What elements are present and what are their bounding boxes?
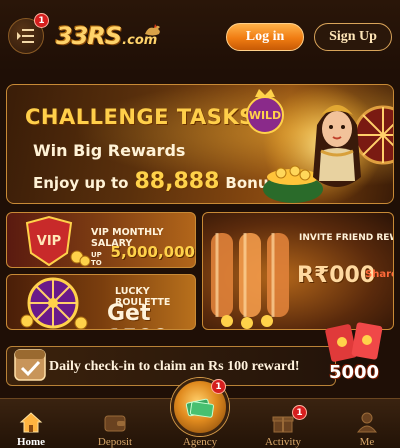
invite-friend-label: INVITE FRIEND REWA bbox=[299, 233, 393, 243]
banner-enjoy-prefix: Enjoy up to bbox=[33, 174, 129, 192]
vip-icon-text: VIP bbox=[37, 234, 61, 249]
lucky-roulette-tile[interactable]: LUCKY ROULETTE Get 1500 bbox=[6, 274, 196, 330]
roulette-amount: Get 1500 bbox=[107, 301, 168, 329]
checkin-calendar-icon bbox=[14, 349, 46, 381]
logo-main-text: 33RS bbox=[56, 22, 122, 50]
vip-shield-icon: VIP bbox=[25, 215, 91, 267]
banner-subtitle: Win Big Rewards bbox=[33, 141, 186, 160]
agency-notification-badge: 1 bbox=[211, 379, 226, 394]
rooster-logo-icon bbox=[145, 24, 160, 36]
slot-machine-illustration bbox=[211, 233, 289, 329]
wallet-icon bbox=[104, 415, 126, 432]
home-icon bbox=[19, 412, 43, 433]
vip-upto-text: UP TO bbox=[91, 251, 102, 267]
top-header: 1 33RS .com Log in Sign Up bbox=[0, 0, 400, 72]
money-icon bbox=[185, 398, 214, 418]
nav-me-label: Me bbox=[359, 436, 375, 448]
nav-deposit[interactable]: Deposit bbox=[80, 399, 150, 448]
invite-reward-amount: R₹000 bbox=[297, 263, 376, 288]
vip-salary-tile[interactable]: VIP VIP MONTHLY SALARY UP TO 5,000,000 bbox=[6, 212, 196, 268]
menu-button[interactable]: 1 bbox=[8, 13, 49, 54]
user-icon bbox=[356, 412, 378, 433]
nav-deposit-label: Deposit bbox=[97, 436, 133, 448]
agency-center-button[interactable]: 1 bbox=[171, 378, 229, 436]
banner-title: CHALLENGE TASKS bbox=[25, 105, 255, 129]
red-envelope-amount: 5000 bbox=[328, 362, 380, 383]
vip-salary-amount-line: UP TO 5,000,000 bbox=[91, 243, 195, 267]
signup-button[interactable]: Sign Up bbox=[314, 23, 392, 51]
nav-agency-label: Agency bbox=[182, 436, 218, 448]
invite-share-text: Share bbox=[365, 269, 393, 280]
activity-notification-badge: 1 bbox=[292, 405, 307, 420]
checkin-message: Daily check-in to claim an Rs 100 reward… bbox=[49, 359, 300, 374]
challenge-tasks-banner[interactable]: CHALLENGE TASKS Win Big Rewards Enjoy up… bbox=[6, 84, 394, 204]
menu-notification-badge: 1 bbox=[34, 13, 49, 28]
nav-activity-label: Activity bbox=[264, 436, 302, 448]
nav-home[interactable]: Home bbox=[0, 399, 66, 448]
daily-checkin-bar[interactable]: Daily check-in to claim an Rs 100 reward… bbox=[6, 346, 336, 386]
vip-salary-amount: 5,000,000 bbox=[110, 243, 195, 261]
wild-badge-text: WILD bbox=[249, 109, 281, 122]
nav-activity[interactable]: 1 Activity bbox=[248, 399, 318, 448]
nav-me[interactable]: Me bbox=[332, 399, 400, 448]
nav-home-label: Home bbox=[16, 436, 46, 448]
banner-bonus-amount: 88,888 bbox=[134, 169, 220, 194]
login-button[interactable]: Log in bbox=[226, 23, 304, 51]
banner-character-illustration: WILD bbox=[246, 85, 393, 203]
roulette-wheel-icon bbox=[20, 277, 88, 329]
invite-friend-tile[interactable]: INVITE FRIEND REWA R₹000 Share bbox=[202, 212, 394, 330]
menu-icon bbox=[17, 29, 34, 43]
